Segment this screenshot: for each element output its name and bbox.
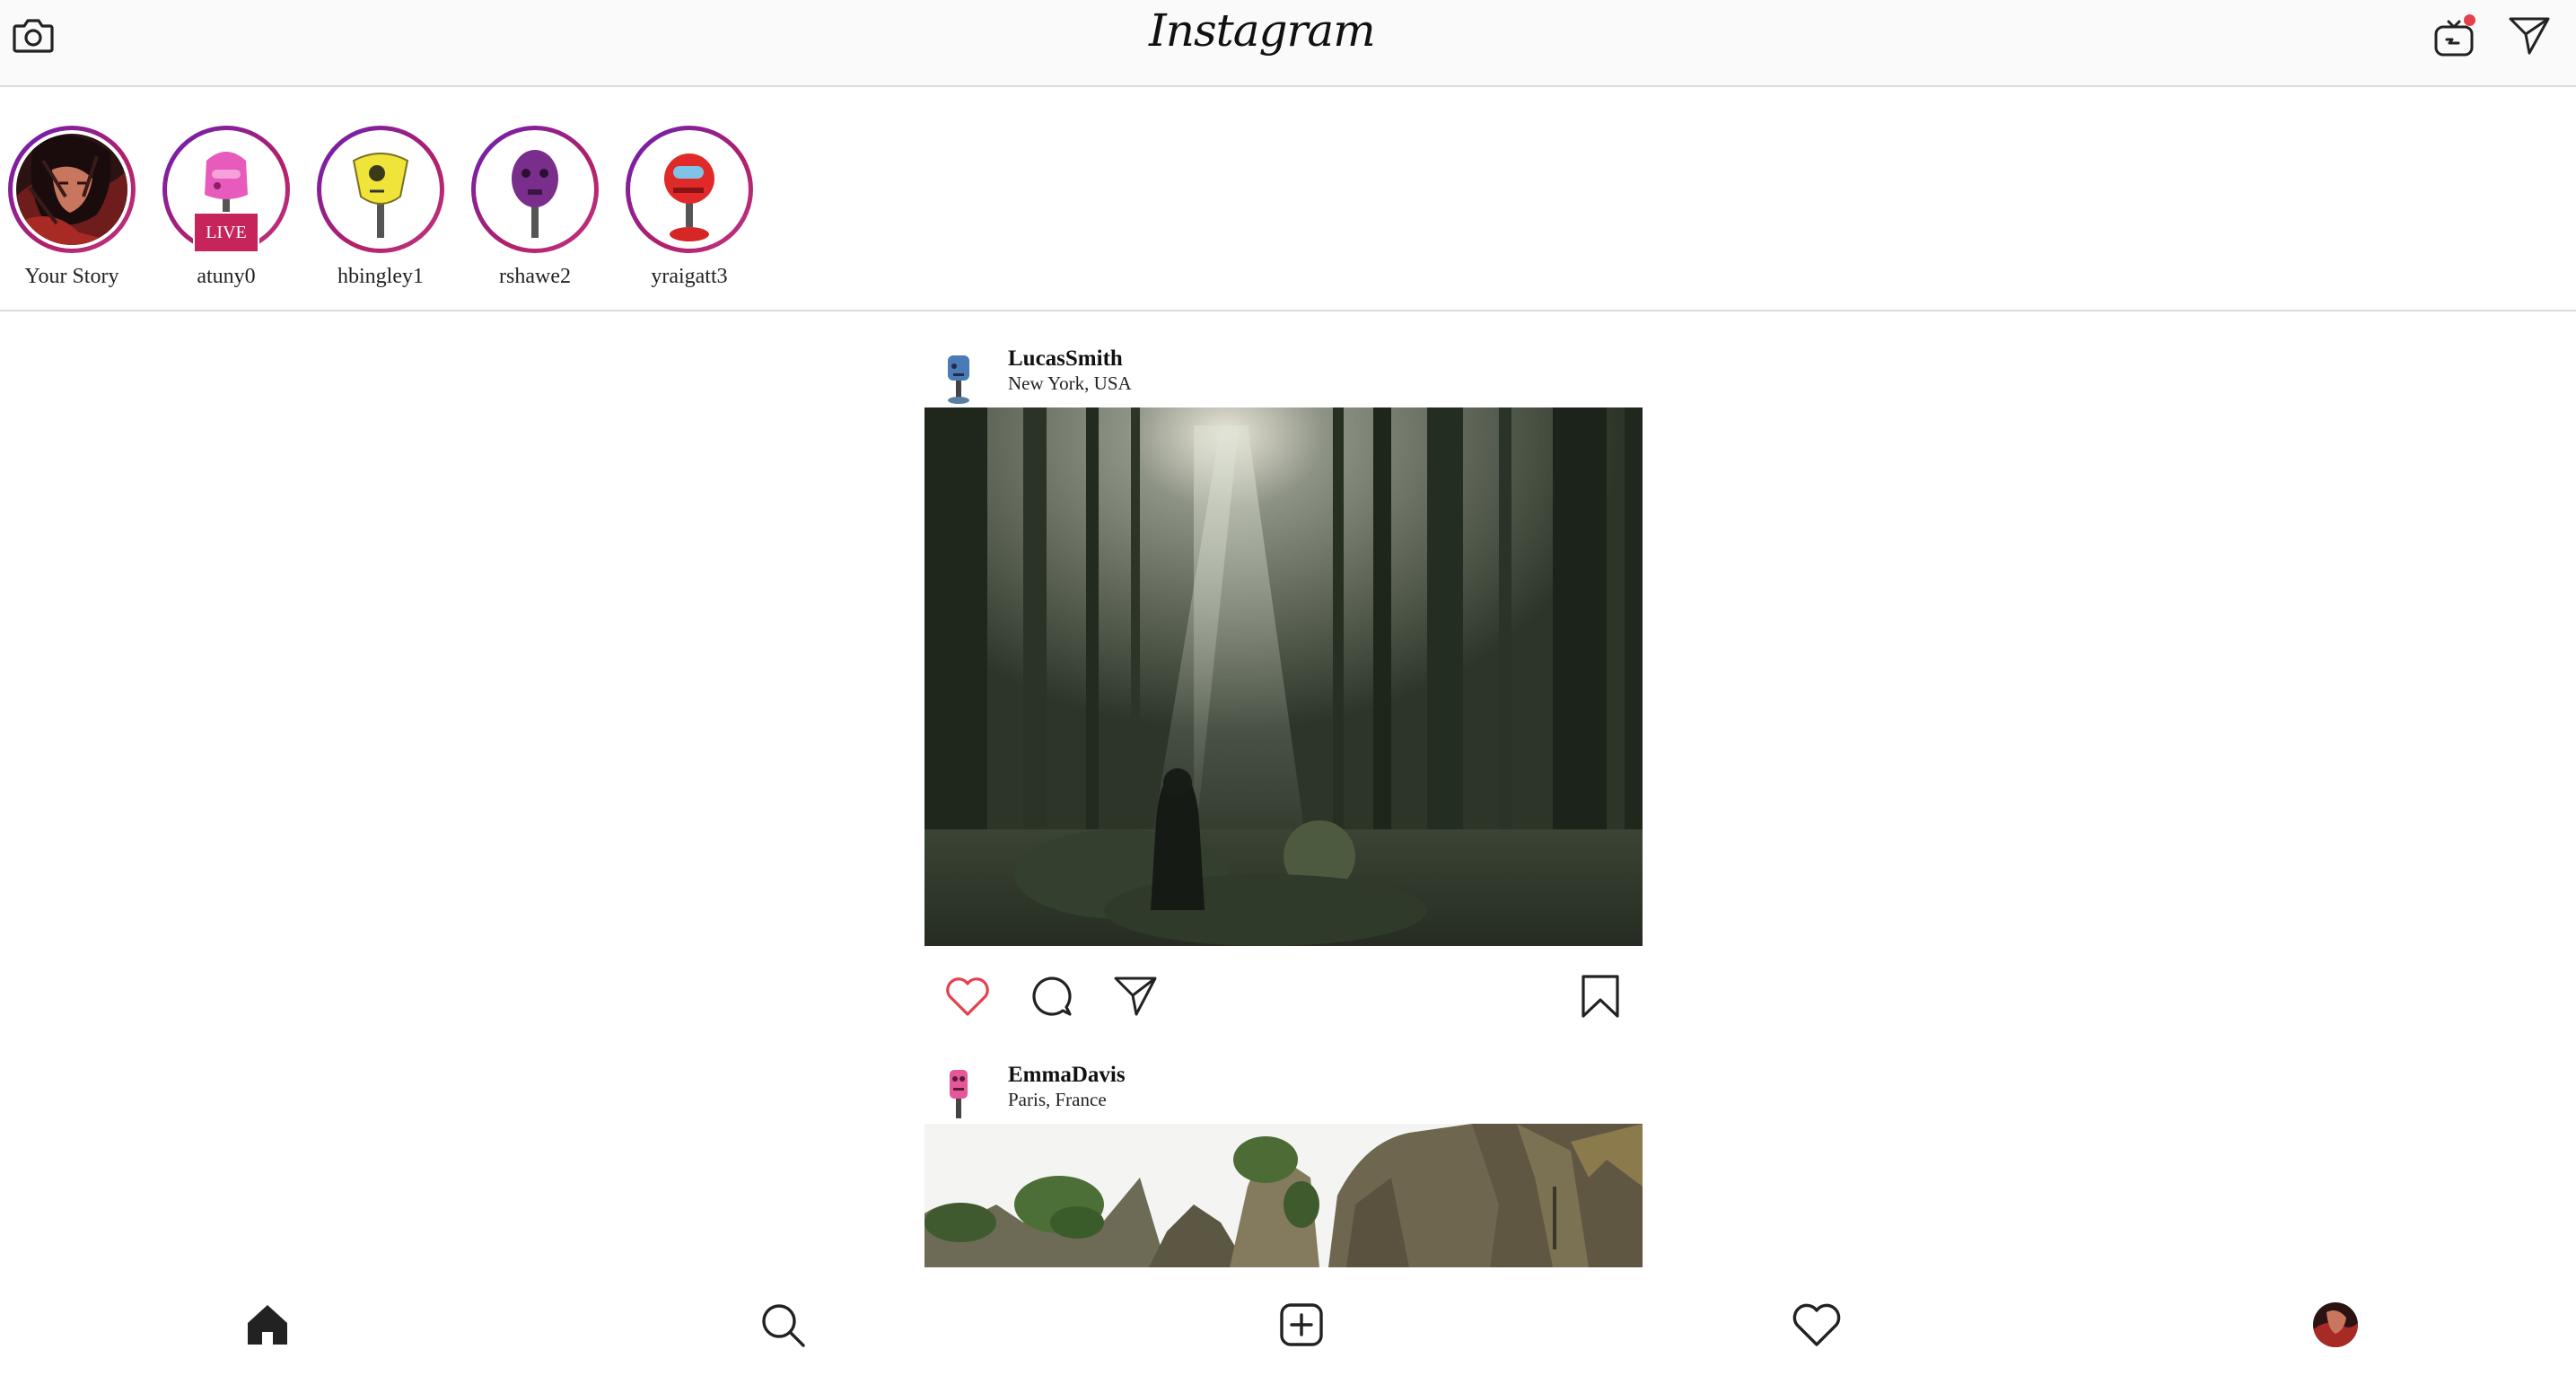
post-username[interactable]: LucasSmith [1008, 345, 1123, 373]
story-ring [8, 126, 136, 253]
home-icon[interactable] [241, 1298, 294, 1352]
comment-icon[interactable] [1029, 973, 1073, 1018]
bottom-nav [0, 1267, 2576, 1393]
post-header: LucasSmith New York, USA [924, 343, 1643, 406]
story-name: hbingley1 [337, 265, 424, 288]
story-item-your-story[interactable]: Your Story [0, 126, 149, 290]
story-name: Your Story [24, 265, 119, 288]
search-icon[interactable] [756, 1298, 810, 1352]
like-heart-icon[interactable] [944, 975, 991, 1018]
story-ring [471, 126, 599, 253]
post-location[interactable]: Paris, France [1008, 1088, 1107, 1111]
direct-message-icon[interactable] [2507, 13, 2552, 57]
story-name: atuny0 [197, 265, 256, 288]
post-avatar[interactable] [937, 1066, 980, 1120]
hbingley1-avatar [352, 153, 409, 238]
stories-bar: Your Story LIVE atuny0 hbingley1 rshawe2… [0, 87, 2576, 311]
story-ring: LIVE [162, 126, 290, 253]
post-header: EmmaDavis Paris, France [924, 1059, 1643, 1122]
story-name: rshawe2 [499, 265, 571, 288]
story-item-atuny0[interactable]: LIVE atuny0 [149, 126, 303, 290]
share-icon[interactable] [1113, 973, 1158, 1018]
post-avatar[interactable] [937, 350, 980, 404]
post-username[interactable]: EmmaDavis [1008, 1061, 1126, 1090]
rshawe2-avatar [512, 150, 558, 238]
profile-avatar[interactable] [2309, 1298, 2362, 1352]
live-badge: LIVE [193, 212, 259, 253]
story-ring [317, 126, 444, 253]
yraigatt3-avatar [664, 153, 714, 241]
story-ring [626, 126, 753, 253]
instagram-logo[interactable]: Instagram [1149, 2, 1376, 65]
story-item-rshawe2[interactable]: rshawe2 [458, 126, 612, 290]
your-story-avatar [16, 134, 127, 245]
camera-icon[interactable] [11, 13, 56, 57]
story-name: yraigatt3 [651, 265, 728, 288]
new-post-icon[interactable] [1275, 1298, 1328, 1352]
post-location[interactable]: New York, USA [1008, 372, 1132, 395]
top-bar: Instagram [0, 0, 2576, 87]
activity-heart-icon[interactable] [1790, 1298, 1844, 1352]
post-image[interactable] [924, 1124, 1643, 1267]
notification-dot [2464, 14, 2475, 26]
bookmark-icon[interactable] [1580, 973, 1621, 1020]
story-item-hbingley1[interactable]: hbingley1 [303, 126, 458, 290]
post-actions [924, 946, 1643, 1047]
story-item-yraigatt3[interactable]: yraigatt3 [612, 126, 767, 290]
post-image[interactable] [924, 407, 1643, 946]
